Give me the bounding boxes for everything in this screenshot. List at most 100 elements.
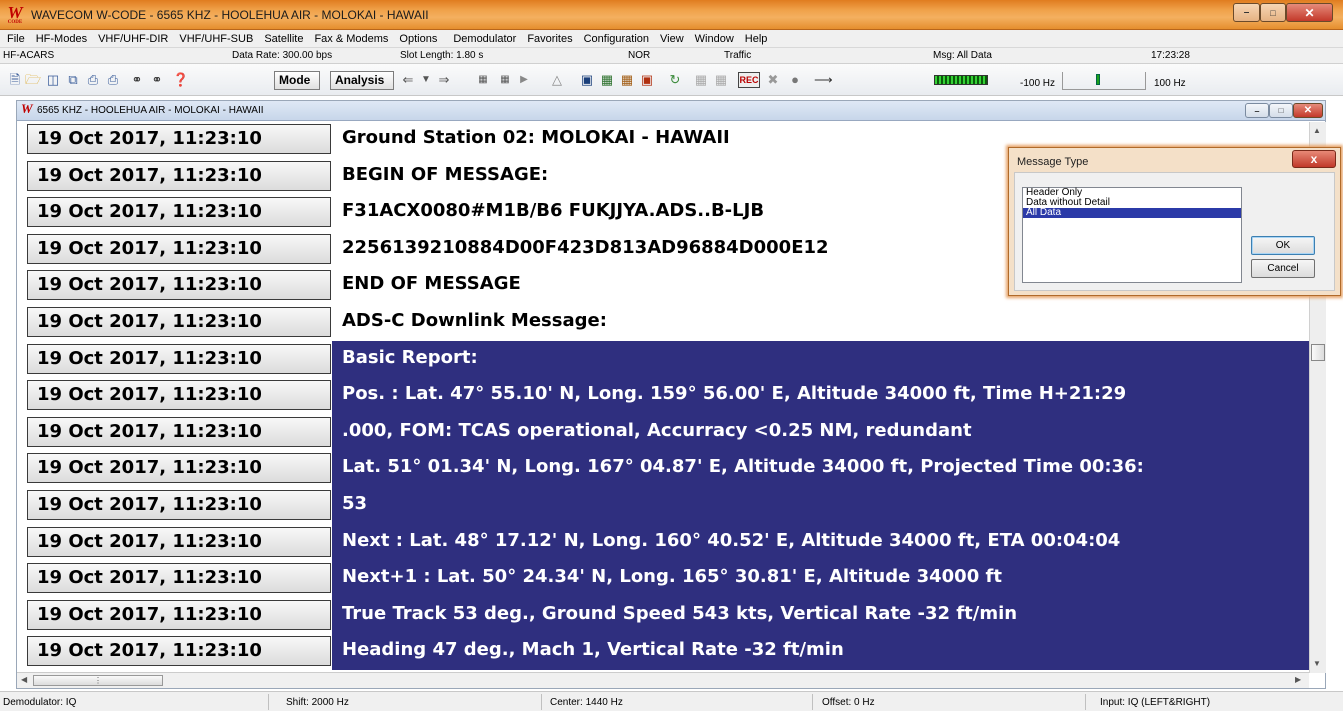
menu-demodulator[interactable]: Demodulator bbox=[453, 33, 516, 45]
stop-icon[interactable]: ✖ bbox=[764, 71, 782, 89]
scroll-right-icon[interactable]: ▶ bbox=[1295, 675, 1301, 684]
cloud-icon[interactable]: ● bbox=[786, 71, 804, 89]
mode-button[interactable]: Mode bbox=[274, 71, 320, 90]
plus-arrow-icon[interactable]: ⟶ bbox=[814, 71, 833, 89]
menu-fax-modems[interactable]: Fax & Modems bbox=[314, 33, 388, 45]
palette-icon[interactable]: ▣ bbox=[638, 71, 656, 89]
status-divider bbox=[268, 694, 269, 710]
split-icon[interactable]: ▦ bbox=[692, 71, 710, 89]
table-row[interactable]: 19 Oct 2017, 11:23:10 True Track 53 deg.,… bbox=[17, 596, 1309, 634]
tuning-marker[interactable] bbox=[1096, 74, 1100, 85]
message-type-list[interactable]: Header Only Data without Detail All Data bbox=[1022, 187, 1242, 283]
row-message[interactable]: ADS-C Downlink Message: bbox=[332, 307, 1309, 339]
tuning-scale[interactable] bbox=[1062, 72, 1146, 90]
refresh-icon[interactable]: ↻ bbox=[666, 71, 684, 89]
status-bar: Demodulator: IQ Shift: 2000 Hz Center: 1… bbox=[0, 691, 1343, 711]
menu-file[interactable]: File bbox=[7, 33, 25, 45]
help-icon[interactable]: ❓ bbox=[172, 71, 190, 89]
child-minimize-icon[interactable]: – bbox=[1245, 103, 1269, 118]
row-message[interactable]: Next+1 : Lat. 50° 24.34' N, Long. 165° 3… bbox=[332, 560, 1309, 598]
table-row[interactable]: 19 Oct 2017, 11:23:10 Lat. 51° 01.34' N, … bbox=[17, 450, 1309, 488]
menu-vhf-uhf-sub[interactable]: VHF/UHF-SUB bbox=[179, 33, 253, 45]
table-row[interactable]: 19 Oct 2017, 11:23:10 53 bbox=[17, 487, 1309, 524]
cl-icon[interactable]: ▦ bbox=[474, 71, 492, 89]
scroll-down-icon[interactable]: ▼ bbox=[1313, 659, 1321, 668]
save-icon[interactable]: ◫ bbox=[44, 71, 62, 89]
scroll-left-icon[interactable]: ◀ bbox=[21, 675, 27, 684]
menu-view[interactable]: View bbox=[660, 33, 684, 45]
horizontal-scrollbar[interactable]: ◀ ⋮ ▶ bbox=[17, 672, 1309, 688]
row-message[interactable]: Pos. : Lat. 47° 55.10' N, Long. 159° 56.… bbox=[332, 377, 1309, 415]
arrow-down-icon[interactable]: ▼ bbox=[418, 71, 434, 89]
table-row[interactable]: 19 Oct 2017, 11:23:10.000, FOM: TCAS ope… bbox=[17, 413, 1309, 451]
option-all-data[interactable]: All Data bbox=[1023, 208, 1241, 218]
child-restore-icon[interactable]: □ bbox=[1269, 103, 1293, 118]
msg-filter-label: Msg: All Data bbox=[933, 50, 992, 61]
pe-icon[interactable]: ▦ bbox=[712, 71, 730, 89]
print-preview-icon[interactable]: ⎙ bbox=[104, 71, 122, 89]
scroll-up-icon[interactable]: ▲ bbox=[1313, 126, 1321, 135]
new-icon[interactable]: 🗎 bbox=[6, 71, 24, 89]
vertical-scroll-thumb[interactable] bbox=[1311, 344, 1325, 361]
maximize-icon[interactable]: □ bbox=[1260, 3, 1286, 22]
copy-icon[interactable]: ⧉ bbox=[64, 71, 82, 89]
window-title: WAVECOM W-CODE - 6565 KHZ - HOOLEHUA AIR… bbox=[31, 8, 429, 22]
table-row[interactable]: 19 Oct 2017, 11:23:10 Pos. : Lat. 47° 55.… bbox=[17, 377, 1309, 415]
level-meter-icon bbox=[934, 75, 988, 85]
dialog-title: Message Type bbox=[1017, 156, 1089, 168]
arrow-left-icon[interactable]: ⇐ bbox=[400, 71, 416, 89]
table-row[interactable]: 19 Oct 2017, 11:23:10 ADS-C Downlink Mess… bbox=[17, 307, 1309, 339]
table-row[interactable]: 19 Oct 2017, 11:23:10 Next : Lat. 48° 17.… bbox=[17, 523, 1309, 561]
status-divider bbox=[1085, 694, 1086, 710]
nor-label: NOR bbox=[628, 50, 651, 61]
row-timestamp: 19 Oct 2017, 11:23:10 bbox=[27, 526, 331, 557]
menu-favorites[interactable]: Favorites bbox=[527, 33, 572, 45]
row-message[interactable]: True Track 53 deg., Ground Speed 543 kts… bbox=[332, 596, 1309, 634]
arrow-right-icon[interactable]: ⇒ bbox=[436, 71, 452, 89]
table-row[interactable]: 19 Oct 2017, 11:23:10 Next+1 : Lat. 50° 2… bbox=[17, 560, 1309, 598]
row-message[interactable]: .000, FOM: TCAS operational, Accurracy <… bbox=[332, 413, 1309, 451]
antenna-icon[interactable]: △ bbox=[548, 71, 566, 89]
child-window-title: 6565 KHZ - HOOLEHUA AIR - MOLOKAI - HAWA… bbox=[37, 105, 264, 116]
dialog-close-icon[interactable]: x bbox=[1292, 150, 1336, 168]
display-icon[interactable]: ▣ bbox=[578, 71, 596, 89]
play-icon[interactable]: ▶ bbox=[516, 71, 532, 89]
row-message[interactable]: Basic Report: bbox=[332, 340, 1309, 378]
ccc-icon[interactable]: ▦ bbox=[496, 71, 514, 89]
font-icon[interactable]: ▦ bbox=[598, 71, 616, 89]
row-timestamp: 19 Oct 2017, 11:23:10 bbox=[27, 197, 331, 228]
menu-hf-modes[interactable]: HF-Modes bbox=[36, 33, 87, 45]
status-shift: Shift: 2000 Hz bbox=[286, 697, 349, 708]
rec-icon[interactable]: REC bbox=[738, 72, 760, 88]
horizontal-scroll-thumb[interactable]: ⋮ bbox=[33, 675, 163, 686]
row-message[interactable]: Lat. 51° 01.34' N, Long. 167° 04.87' E, … bbox=[332, 450, 1309, 488]
find-icon[interactable]: ⚭ bbox=[128, 71, 146, 89]
cancel-button[interactable]: Cancel bbox=[1251, 259, 1315, 278]
table-row[interactable]: 19 Oct 2017, 11:23:10 Basic Report: bbox=[17, 340, 1309, 378]
find-next-icon[interactable]: ⚭ bbox=[148, 71, 166, 89]
close-icon[interactable]: ✕ bbox=[1286, 3, 1333, 22]
window-title-bar: W CODE WAVECOM W-CODE - 6565 KHZ - HOOLEH… bbox=[0, 0, 1343, 30]
table-row[interactable]: 19 Oct 2017, 11:23:10 Heading 47 deg., Ma… bbox=[17, 633, 1309, 671]
open-icon[interactable]: 🗁 bbox=[24, 71, 42, 89]
row-message[interactable]: Heading 47 deg., Mach 1, Vertical Rate -… bbox=[332, 633, 1309, 671]
print-icon[interactable]: ⎙ bbox=[84, 71, 102, 89]
menu-satellite[interactable]: Satellite bbox=[264, 33, 303, 45]
child-close-icon[interactable]: ✕ bbox=[1293, 103, 1323, 118]
toolbar: 🗎 🗁 ◫ ⧉ ⎙ ⎙ ⚭ ⚭ ❓ Mode Analysis ⇐ ▼ ⇒ ▦ … bbox=[0, 64, 1343, 96]
menu-window[interactable]: Window bbox=[695, 33, 734, 45]
info-bar: HF-ACARS Data Rate: 300.00 bps Slot Leng… bbox=[0, 48, 1343, 64]
menu-vhf-uhf-dir[interactable]: VHF/UHF-DIR bbox=[98, 33, 168, 45]
row-message[interactable]: 53 bbox=[332, 487, 1309, 524]
menu-options[interactable]: Options bbox=[399, 33, 437, 45]
row-timestamp: 19 Oct 2017, 11:23:10 bbox=[27, 636, 331, 667]
ok-button[interactable]: OK bbox=[1251, 236, 1315, 255]
menu-help[interactable]: Help bbox=[745, 33, 768, 45]
grid-icon[interactable]: ▦ bbox=[618, 71, 636, 89]
row-message[interactable]: Next : Lat. 48° 17.12' N, Long. 160° 40.… bbox=[332, 523, 1309, 561]
row-timestamp: 19 Oct 2017, 11:23:10 bbox=[27, 563, 331, 594]
row-timestamp: 19 Oct 2017, 11:23:10 bbox=[27, 380, 331, 411]
minimize-icon[interactable]: – bbox=[1233, 3, 1260, 22]
analysis-button[interactable]: Analysis bbox=[330, 71, 394, 90]
menu-configuration[interactable]: Configuration bbox=[584, 33, 649, 45]
